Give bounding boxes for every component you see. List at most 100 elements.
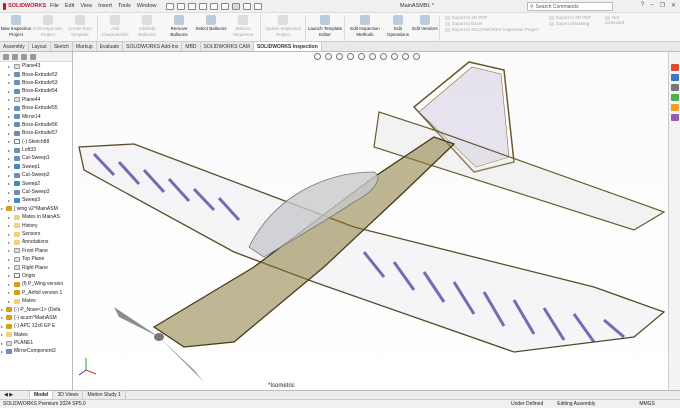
expand-arrow-icon[interactable]: ▸	[8, 257, 10, 262]
solidworks-logo[interactable]: SOLIDWORKS	[0, 2, 46, 10]
menu-view[interactable]: View	[80, 3, 92, 9]
tree-item[interactable]: ▸ Boss-Extrude55	[0, 104, 72, 112]
expand-arrow-icon[interactable]: ▸	[8, 248, 10, 253]
tree-item[interactable]: ▸ Boss-Extrude53	[0, 79, 72, 87]
zoom-to-fit-icon[interactable]	[314, 53, 321, 60]
expand-arrow-icon[interactable]: ▸	[8, 265, 10, 270]
launch-template-editor-button[interactable]: Launch Template Editor	[307, 13, 343, 37]
tree-item[interactable]: ▸ Cut-Sweep1	[0, 154, 72, 162]
tree-item[interactable]: ▸ Cut-Sweep2	[0, 171, 72, 179]
expand-arrow-icon[interactable]: ▸	[8, 240, 10, 245]
tree-item[interactable]: ▸ Annotations	[0, 238, 72, 246]
select-balloons-button[interactable]: Select Balloons	[195, 13, 227, 32]
tab-markup[interactable]: Markup	[73, 42, 97, 51]
tree-item[interactable]: ▸ Origin	[0, 272, 72, 280]
tree-item[interactable]: ▸ Plane43	[0, 62, 72, 70]
hide-show-icon[interactable]	[380, 53, 387, 60]
expand-arrow-icon[interactable]: ▸	[8, 198, 10, 203]
remove-balloons-button[interactable]: Remove Balloons	[163, 13, 195, 37]
solidworks-resources-icon[interactable]	[670, 64, 679, 71]
minimize-icon[interactable]: –	[650, 2, 653, 9]
tab-layout[interactable]: Layout	[29, 42, 51, 51]
save-icon[interactable]	[199, 2, 208, 10]
expand-arrow-icon[interactable]: ▸	[8, 290, 10, 295]
expand-arrow-icon[interactable]: ▸	[8, 181, 10, 186]
tree-item[interactable]: ▸ MirrorComponent3	[0, 347, 72, 355]
tree-item[interactable]: ▸ Mates in MainAS	[0, 213, 72, 221]
tree-item[interactable]: ▸ P_Airfoil version 1	[0, 289, 72, 297]
expand-arrow-icon[interactable]: ▸	[8, 89, 10, 94]
tree-item[interactable]: ▸ Sweep1	[0, 163, 72, 171]
rebuild-icon[interactable]	[243, 2, 252, 10]
expand-arrow-icon[interactable]: ▸	[1, 324, 3, 329]
custom-properties-icon[interactable]	[670, 114, 679, 121]
tab-nav-arrows[interactable]: ◀ ▶	[0, 391, 30, 399]
tree-item[interactable]: ▸ Mirror14	[0, 112, 72, 120]
tab-addins[interactable]: SOLIDWORKS Add-Ins	[123, 42, 183, 51]
expand-arrow-icon[interactable]: ▸	[8, 106, 10, 111]
configuration-manager-icon[interactable]	[30, 53, 36, 60]
tab-inspection[interactable]: SOLIDWORKS Inspection	[253, 42, 322, 51]
menu-tools[interactable]: Tools	[118, 3, 131, 9]
tree-item[interactable]: ▸ Sweep3	[0, 196, 72, 204]
expand-arrow-icon[interactable]: ▸	[8, 80, 10, 85]
tree-item[interactable]: ▸ Boss-Extrude57	[0, 129, 72, 137]
close-icon[interactable]: ✕	[671, 2, 676, 9]
expand-arrow-icon[interactable]: ▸	[8, 131, 10, 136]
add-characteristic-button[interactable]: Add Characteristic	[99, 13, 131, 37]
tab-3d-views[interactable]: 3D Views	[53, 391, 84, 399]
expand-arrow-icon[interactable]: ▸	[8, 97, 10, 102]
tree-item[interactable]: ▸ Cut-Sweep3	[0, 188, 72, 196]
scene-icon[interactable]	[402, 53, 409, 60]
tree-item[interactable]: ▸ Loft33	[0, 146, 72, 154]
expand-arrow-icon[interactable]: ▸	[8, 190, 10, 195]
expand-arrow-icon[interactable]: ▸	[8, 223, 10, 228]
tree-item[interactable]: ▸ (-) acum^MainASM	[0, 314, 72, 322]
tree-item[interactable]: ▸ Sweep2	[0, 179, 72, 187]
expand-arrow-icon[interactable]: ▸	[1, 315, 3, 320]
expand-arrow-icon[interactable]: ▸	[8, 122, 10, 127]
expand-arrow-icon[interactable]: ▸	[8, 173, 10, 178]
expand-arrow-icon[interactable]: ▸	[8, 282, 10, 287]
expand-arrow-icon[interactable]: ▸	[8, 156, 10, 161]
tree-item[interactable]: ▸ (-) APC 12x6 EP E	[0, 322, 72, 330]
tree-item[interactable]: ▸ Plane44	[0, 96, 72, 104]
edit-inspection-methods-button[interactable]: Edit Inspection Methods	[346, 13, 384, 37]
expand-arrow-icon[interactable]: ▸	[1, 206, 3, 211]
expand-arrow-icon[interactable]: ▸	[1, 332, 3, 337]
tab-sketch[interactable]: Sketch	[51, 42, 73, 51]
expand-arrow-icon[interactable]: ▸	[8, 139, 10, 144]
view-settings-icon[interactable]	[413, 53, 420, 60]
feature-manager-icon[interactable]	[12, 53, 18, 60]
home-icon[interactable]	[166, 2, 175, 10]
expand-arrow-icon[interactable]: ▸	[8, 215, 10, 220]
design-library-icon[interactable]	[670, 74, 679, 81]
section-view-icon[interactable]	[347, 53, 354, 60]
tree-item[interactable]: ▸ (-) P_Nose<1> (Defa	[0, 305, 72, 313]
view-orientation-icon[interactable]	[358, 53, 365, 60]
tree-item[interactable]: ▸ Sensors	[0, 230, 72, 238]
tree-item[interactable]: ▸ PLANE1	[0, 339, 72, 347]
tree-item[interactable]: ▸ Front Plane	[0, 247, 72, 255]
tab-motion-study[interactable]: Motion Study 1	[83, 391, 126, 399]
export-2d-pdf-button[interactable]: Export to 2D PDF	[445, 15, 541, 20]
menu-edit[interactable]: Edit	[65, 3, 74, 9]
graphics-area[interactable]: *Isometric	[74, 52, 668, 390]
add-edit-balloons-button[interactable]: Add/Edit Balloons	[131, 13, 163, 37]
expand-arrow-icon[interactable]: ▸	[8, 114, 10, 119]
previous-view-icon[interactable]	[336, 53, 343, 60]
restore-icon[interactable]: ❐	[660, 2, 665, 9]
expand-arrow-icon[interactable]: ▸	[8, 273, 10, 278]
options-icon[interactable]	[254, 2, 263, 10]
file-explorer-icon[interactable]	[670, 84, 679, 91]
tree-item[interactable]: ▸ Boss-Extrude54	[0, 87, 72, 95]
tree-item[interactable]: ▸ Mates	[0, 331, 72, 339]
select-icon[interactable]	[232, 2, 241, 10]
expand-arrow-icon[interactable]: ▸	[8, 299, 10, 304]
update-inspection-project-button[interactable]: Update Inspection Project	[262, 13, 304, 37]
tree-item[interactable]: ▸ (f) P_Wing version	[0, 280, 72, 288]
expand-arrow-icon[interactable]: ▸	[8, 72, 10, 77]
print-icon[interactable]	[210, 2, 219, 10]
tab-cam[interactable]: SOLIDWORKS CAM	[201, 42, 254, 51]
zoom-area-icon[interactable]	[325, 53, 332, 60]
